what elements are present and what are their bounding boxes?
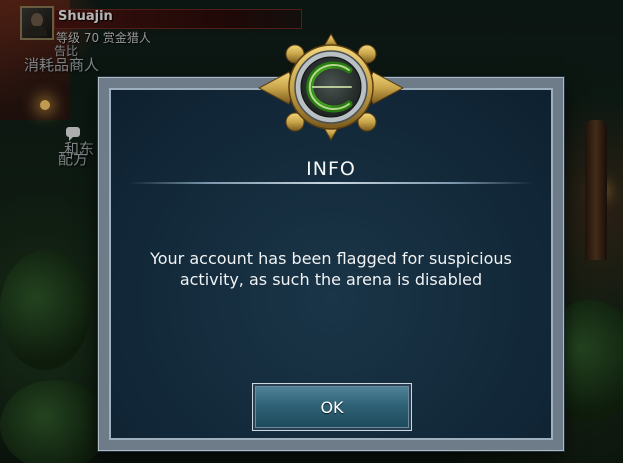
ok-button-face: OK — [255, 386, 409, 428]
dialog-message-line: Your account has been flagged for suspic… — [150, 249, 512, 268]
dialog-message-line: activity, as such the arena is disabled — [179, 270, 483, 289]
green-rune-emblem-icon — [257, 32, 405, 142]
ok-button[interactable]: OK — [252, 383, 412, 431]
dialog-message: Your account has been flagged for suspic… — [131, 248, 531, 290]
dialog-title: INFO — [306, 158, 356, 180]
title-divider — [129, 182, 533, 184]
